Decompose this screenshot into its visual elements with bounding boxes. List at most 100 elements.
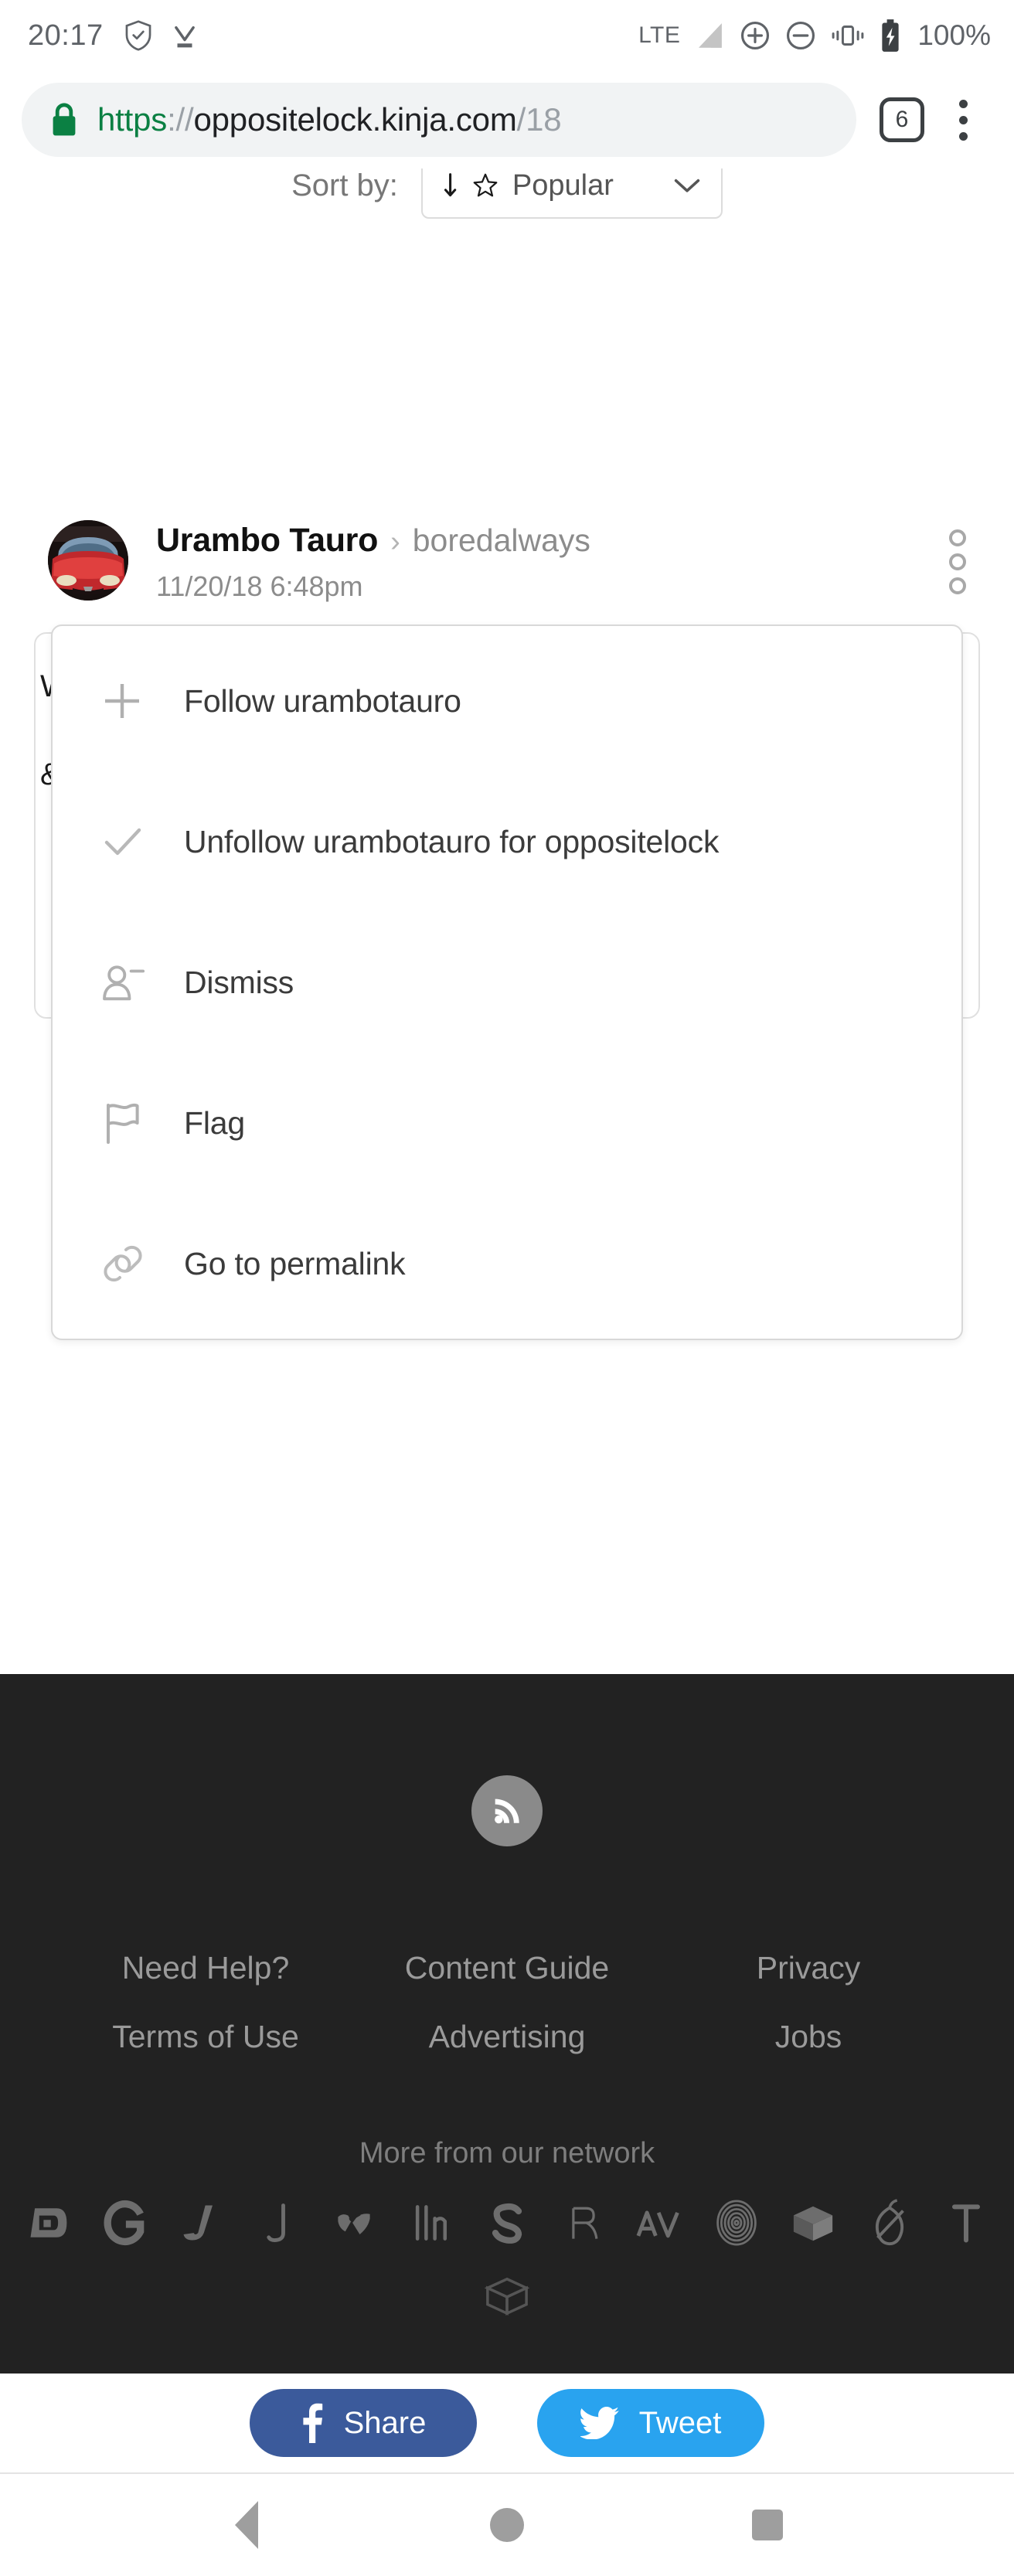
back-triangle-icon	[234, 2501, 258, 2549]
android-navigation-bar	[0, 2474, 1014, 2576]
sort-descending-icon	[443, 172, 466, 199]
comment-blog-name[interactable]: boredalways	[413, 522, 590, 559]
footer-link-jobs[interactable]: Jobs	[662, 2019, 955, 2055]
twitter-share-label: Tweet	[638, 2405, 722, 2440]
sort-dropdown-value: Popular	[443, 169, 614, 202]
address-bar[interactable]: https://oppositelock.kinja.com/18	[22, 83, 856, 157]
facebook-share-label: Share	[343, 2405, 427, 2440]
network-section-title: More from our network	[359, 2137, 655, 2169]
sort-by-label: Sort by:	[291, 168, 398, 202]
battery-percent-label: 100%	[917, 19, 991, 51]
menu-item-label: Go to permalink	[184, 1245, 406, 1281]
do-not-disturb-icon	[784, 19, 817, 52]
nav-back-button[interactable]	[200, 2474, 293, 2576]
breadcrumb-separator-icon: ›	[390, 526, 400, 558]
footer-link-terms-of-use[interactable]: Terms of Use	[59, 2019, 352, 2055]
footer-links-row: Terms of Use Advertising Jobs	[0, 2019, 1014, 2055]
dot-outline-icon	[949, 577, 966, 594]
sort-value-label: Popular	[512, 168, 614, 202]
home-circle-icon	[489, 2508, 524, 2542]
check-icon	[100, 820, 162, 863]
menu-item-label: Follow urambotauro	[184, 682, 461, 719]
the-inventory-logo[interactable]	[788, 2193, 839, 2252]
battery-charging-icon	[879, 19, 902, 53]
status-bar-clock: 20:17	[28, 19, 104, 52]
menu-item-label: Flag	[184, 1104, 245, 1141]
status-bar: 20:17 LTE 100%	[0, 0, 1014, 71]
download-complete-icon	[170, 19, 199, 52]
the-takeout-logo[interactable]	[941, 2193, 992, 2252]
kotaku-logo[interactable]	[328, 2193, 379, 2252]
menu-item-dismiss[interactable]: Dismiss	[53, 912, 961, 1053]
clickhole-logo[interactable]	[711, 2193, 762, 2252]
footer-link-privacy[interactable]: Privacy	[662, 1950, 955, 1986]
comment-timestamp[interactable]: 11/20/18 6:48pm	[156, 570, 590, 603]
url-host: oppositelock.kinja.com	[193, 101, 517, 138]
av-club-logo[interactable]	[635, 2193, 686, 2252]
dot-outline-icon	[949, 529, 966, 546]
lock-icon[interactable]	[48, 101, 80, 138]
vibrate-icon	[830, 19, 866, 52]
the-root-logo[interactable]	[558, 2193, 609, 2252]
sort-controls: Sort by: Popular	[0, 168, 1014, 223]
gizmodo-logo[interactable]	[99, 2193, 150, 2252]
comment-header: Urambo Tauro › boredalways 11/20/18 6:48…	[48, 520, 966, 613]
browser-toolbar: https://oppositelock.kinja.com/18 6	[0, 71, 1014, 168]
shield-check-icon	[124, 19, 153, 52]
comment-author-name[interactable]: Urambo Tauro	[156, 522, 378, 560]
menu-item-label: Unfollow urambotauro for oppositelock	[184, 823, 720, 859]
share-bar: Share Tweet	[0, 2374, 1014, 2474]
the-inventory-logo[interactable]	[481, 2266, 533, 2325]
kebab-dot	[958, 99, 968, 108]
site-footer: Need Help? Content Guide Privacy Terms o…	[0, 1674, 1014, 2374]
footer-links-row: Need Help? Content Guide Privacy	[0, 1950, 1014, 1986]
nav-recents-button[interactable]	[721, 2474, 814, 2576]
footer-links: Need Help? Content Guide Privacy Terms o…	[0, 1950, 1014, 2055]
the-onion-logo[interactable]	[864, 2193, 915, 2252]
lifehacker-logo[interactable]	[405, 2193, 456, 2252]
chevron-down-icon	[673, 176, 701, 195]
splinter-logo[interactable]	[481, 2193, 533, 2252]
comment-context-menu: Follow urambotauro Unfollow urambotauro …	[51, 624, 963, 1340]
browser-menu-button[interactable]	[935, 92, 991, 148]
rss-button[interactable]	[471, 1775, 543, 1846]
flag-icon	[100, 1101, 162, 1145]
network-logos	[0, 2193, 1014, 2252]
footer-link-advertising[interactable]: Advertising	[352, 2019, 662, 2055]
status-bar-notification-icons	[124, 19, 199, 52]
jezebel-logo[interactable]	[252, 2193, 303, 2252]
plus-icon	[100, 679, 162, 723]
avatar[interactable]	[48, 520, 128, 601]
deadspin-logo[interactable]	[22, 2193, 73, 2252]
web-page-content: Sort by: Popular Urambo Tauro › boredalw…	[0, 168, 1014, 1674]
menu-item-follow[interactable]: Follow urambotauro	[53, 631, 961, 771]
recents-square-icon	[752, 2510, 784, 2540]
signal-bars-icon	[693, 19, 726, 52]
comment-more-options-button[interactable]	[949, 529, 966, 594]
facebook-icon	[301, 2403, 324, 2443]
footer-link-content-guide[interactable]: Content Guide	[352, 1950, 662, 1986]
menu-item-flag[interactable]: Flag	[53, 1053, 961, 1193]
network-logos-overflow-row	[0, 2266, 1014, 2325]
tab-switcher-button[interactable]: 6	[880, 97, 924, 142]
rss-icon	[489, 1793, 525, 1829]
kebab-dot	[958, 131, 968, 141]
footer-link-need-help[interactable]: Need Help?	[59, 1950, 352, 1986]
dot-outline-icon	[949, 553, 966, 570]
status-bar-system-icons: LTE 100%	[638, 19, 991, 53]
twitter-share-button[interactable]: Tweet	[537, 2389, 764, 2457]
link-chain-icon	[100, 1241, 162, 1286]
kebab-dot	[958, 115, 968, 124]
network-type-label: LTE	[638, 22, 681, 48]
star-icon	[472, 172, 498, 199]
url-path: /18	[516, 101, 562, 138]
jalopnik-logo[interactable]	[175, 2193, 226, 2252]
facebook-share-button[interactable]: Share	[250, 2389, 477, 2457]
sort-dropdown[interactable]: Popular	[420, 168, 723, 219]
menu-item-unfollow[interactable]: Unfollow urambotauro for oppositelock	[53, 771, 961, 912]
url-text: https://oppositelock.kinja.com/18	[97, 101, 561, 138]
menu-item-permalink[interactable]: Go to permalink	[53, 1193, 961, 1334]
user-minus-icon	[100, 961, 162, 1004]
url-scheme: https	[97, 101, 168, 138]
nav-home-button[interactable]	[461, 2474, 553, 2576]
